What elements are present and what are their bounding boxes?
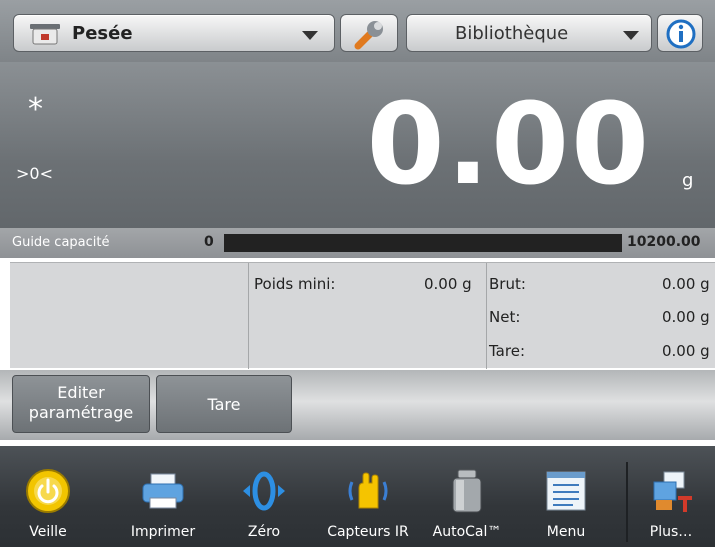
wrench-icon [354, 21, 383, 50]
gross-value: 0.00 g [662, 275, 710, 293]
print-button[interactable]: Imprimer [118, 454, 208, 544]
standby-icon [26, 469, 70, 513]
calibration-weight-icon [452, 469, 482, 513]
top-bar: Pesée Bibliothèque [0, 0, 715, 62]
min-weight-value: 0.00 g [424, 275, 472, 293]
action-bar: Editer paramétrage Tare [0, 370, 715, 440]
edit-settings-label-line2: paramétrage [28, 403, 134, 422]
application-label: Pesée [72, 23, 133, 44]
printer-icon [142, 473, 184, 509]
capacity-max: 10200.00 [627, 234, 701, 250]
info-panel: Poids mini: 0.00 g Brut: 0.00 g Net: 0.0… [10, 262, 715, 369]
weight-unit: g [682, 170, 694, 191]
settings-button[interactable] [340, 14, 398, 52]
zero-indicator: >0< [16, 164, 53, 183]
edit-settings-button[interactable]: Editer paramétrage [12, 375, 150, 433]
toolbar-divider [626, 462, 628, 542]
ir-sensors-button[interactable]: Capteurs IR [314, 454, 422, 544]
capacity-label: Guide capacité [12, 235, 110, 250]
more-label: Plus… [649, 524, 693, 540]
tare-button-label: Tare [207, 395, 241, 414]
more-button[interactable]: Plus… [634, 454, 708, 544]
gross-label: Brut: [489, 275, 526, 293]
more-icon [653, 471, 692, 512]
application-dropdown[interactable]: Pesée [13, 14, 335, 52]
ir-sensors-label: Capteurs IR [327, 524, 409, 540]
library-label: Bibliothèque [455, 23, 569, 44]
standby-label: Veille [29, 524, 67, 540]
standby-button[interactable]: Veille [12, 454, 84, 544]
zero-label: Zéro [247, 524, 281, 540]
column-divider [486, 263, 487, 369]
tare-label: Tare: [489, 342, 525, 360]
net-label: Net: [489, 308, 521, 326]
autocal-button[interactable]: AutoCal™ [426, 454, 508, 544]
bottom-toolbar: Veille Imprimer Zéro Capteurs IR AutoCal… [0, 446, 715, 547]
chevron-down-icon [623, 31, 639, 40]
capacity-min: 0 [204, 234, 214, 250]
tare-button[interactable]: Tare [156, 375, 292, 433]
print-label: Imprimer [130, 524, 196, 540]
min-weight-label: Poids mini: [254, 275, 336, 293]
stability-indicator: * [28, 92, 43, 127]
zero-icon [243, 471, 285, 511]
column-divider [248, 263, 249, 369]
chevron-down-icon [302, 31, 318, 40]
capacity-bar [224, 234, 622, 252]
weight-display: * >0< 0.00 g [0, 62, 715, 228]
autocal-label: AutoCal™ [432, 524, 502, 540]
ir-sensor-icon [348, 472, 388, 509]
library-dropdown[interactable]: Bibliothèque [406, 14, 652, 52]
menu-icon [546, 471, 586, 511]
info-icon [666, 19, 696, 49]
info-button[interactable] [657, 14, 703, 52]
weight-value: 0.00 [366, 80, 651, 210]
capacity-guide: Guide capacité 0 10200.00 [0, 228, 715, 258]
zero-button[interactable]: Zéro [226, 454, 302, 544]
tare-value: 0.00 g [662, 342, 710, 360]
edit-settings-label-line1: Editer [57, 383, 105, 402]
menu-label: Menu [546, 524, 586, 540]
scale-icon [30, 24, 60, 45]
menu-button[interactable]: Menu [528, 454, 604, 544]
net-value: 0.00 g [662, 308, 710, 326]
